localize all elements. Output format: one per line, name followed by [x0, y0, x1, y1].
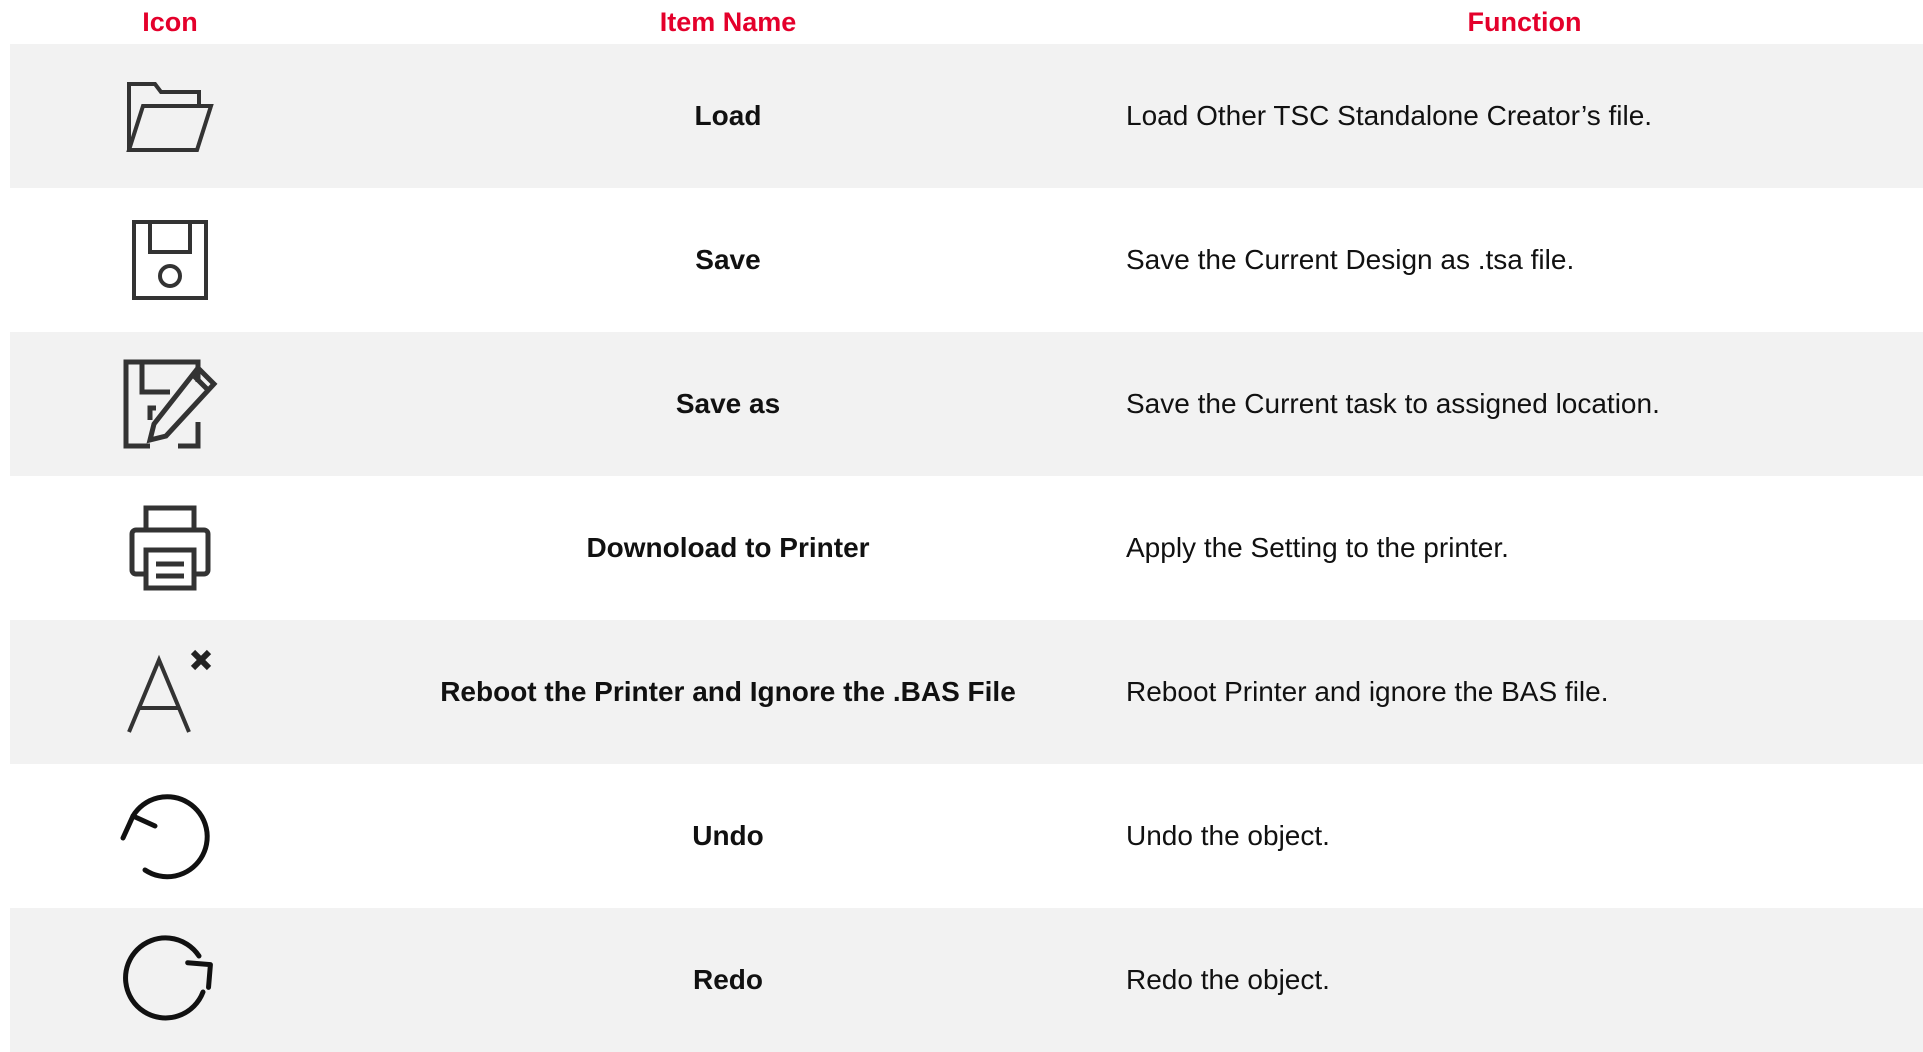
folder-open-icon — [126, 82, 214, 152]
item-function: Reboot Printer and ignore the BAS file. — [1126, 676, 1609, 707]
item-function: Apply the Setting to the printer. — [1126, 532, 1509, 563]
item-name: Save — [695, 244, 761, 275]
floppy-disk-icon — [132, 220, 208, 300]
table-row: Downoload to Printer Apply the Setting t… — [10, 476, 1923, 620]
item-name: Undo — [692, 820, 764, 851]
table-row: Save as Save the Current task to assigne… — [10, 332, 1923, 476]
undo-icon — [120, 794, 210, 880]
printer-icon — [129, 505, 211, 591]
item-function: Redo the object. — [1126, 964, 1330, 995]
item-name: Reboot the Printer and Ignore the .BAS F… — [440, 676, 1016, 707]
header-icon: Icon — [142, 7, 198, 37]
feature-table: Icon Item Name Function Load Load Other … — [10, 0, 1923, 1052]
floppy-disk-edit-icon — [123, 359, 218, 449]
header-item-name: Item Name — [659, 7, 797, 37]
item-function: Undo the object. — [1126, 820, 1330, 851]
table-row: Load Load Other TSC Standalone Creator’s… — [10, 44, 1923, 188]
table-row: Save Save the Current Design as .tsa fil… — [10, 188, 1923, 332]
table-row: Redo Redo the object. — [10, 908, 1923, 1052]
table-row: Reboot the Printer and Ignore the .BAS F… — [10, 620, 1923, 764]
table-row: Undo Undo the object. — [10, 764, 1923, 908]
item-function: Save the Current task to assigned locati… — [1126, 388, 1660, 419]
item-name: Save as — [675, 388, 781, 419]
item-function: Save the Current Design as .tsa file. — [1126, 244, 1575, 275]
header-function: Function — [1467, 7, 1582, 37]
redo-icon — [123, 935, 213, 1021]
table-header: Icon Item Name Function — [10, 0, 1923, 44]
item-name: Load — [694, 100, 762, 131]
item-name: Downoload to Printer — [586, 532, 870, 563]
font-clear-icon — [127, 649, 212, 733]
item-function: Load Other TSC Standalone Creator’s file… — [1126, 100, 1653, 131]
item-name: Redo — [693, 964, 763, 995]
